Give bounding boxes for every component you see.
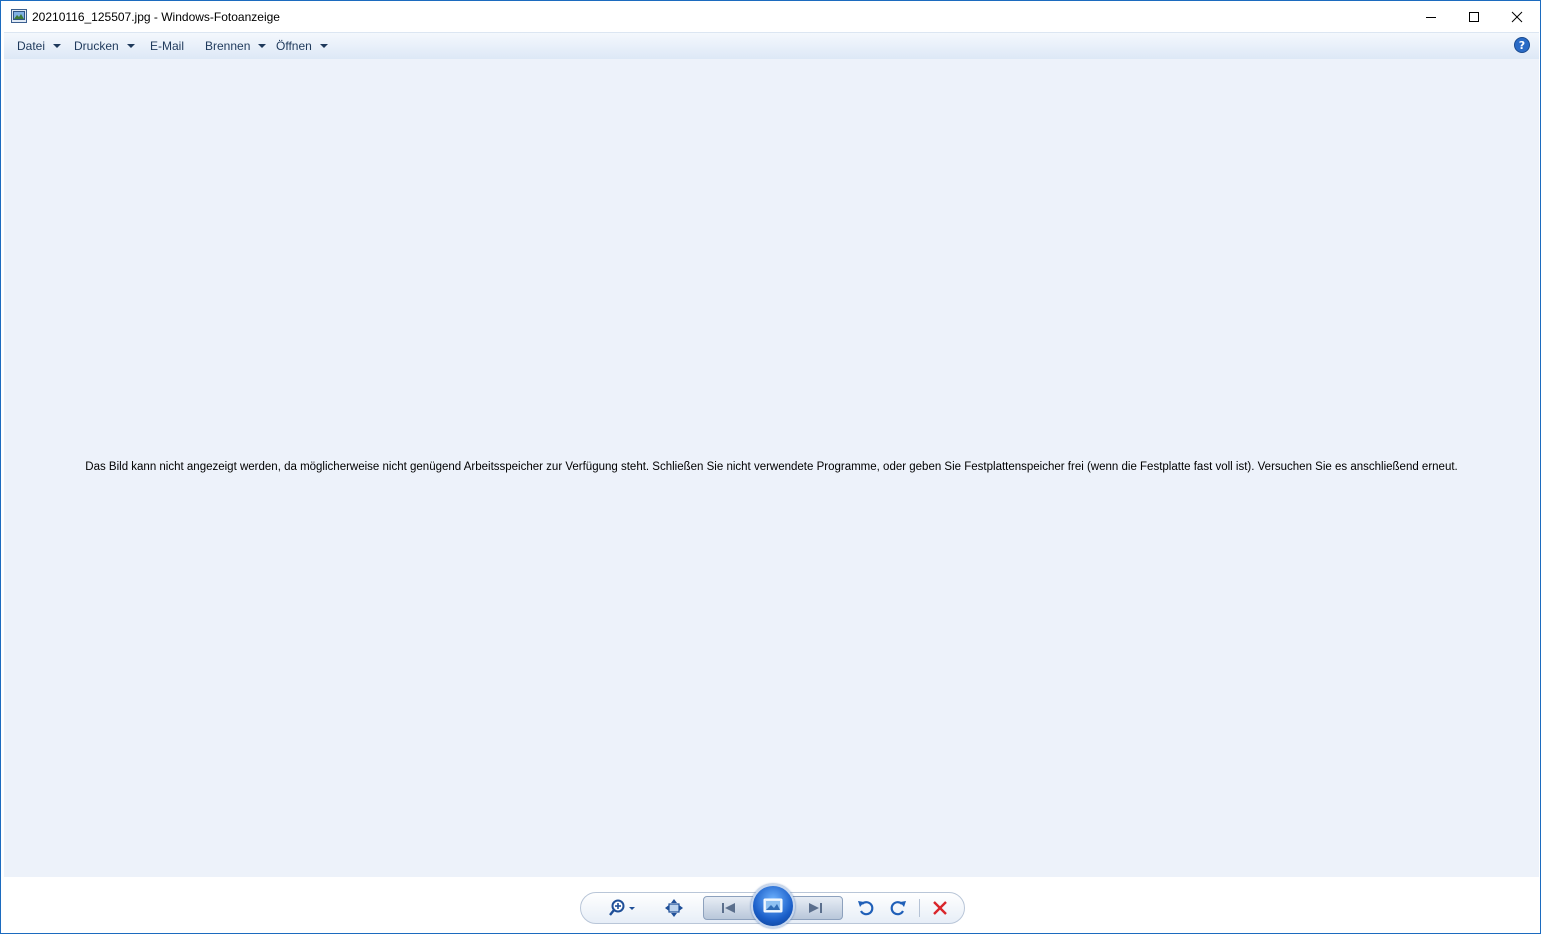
svg-text:?: ?	[1519, 39, 1525, 52]
maximize-icon	[1469, 11, 1479, 22]
menu-oeffnen-label: Öffnen	[276, 39, 312, 53]
previous-icon	[722, 903, 735, 913]
rotate-counterclockwise-button[interactable]	[853, 893, 879, 923]
maximize-button[interactable]	[1452, 1, 1496, 32]
window-title: 20210116_125507.jpg - Windows-Fotoanzeig…	[32, 10, 280, 24]
minimize-button[interactable]	[1409, 1, 1453, 32]
slideshow-button[interactable]	[751, 884, 795, 928]
actual-size-button[interactable]	[659, 893, 689, 923]
chevron-down-icon	[319, 44, 328, 48]
close-button[interactable]	[1495, 1, 1539, 32]
zoom-icon	[609, 899, 635, 916]
help-icon[interactable]: ?	[1514, 37, 1530, 53]
bottom-control-bar	[4, 877, 1539, 933]
menu-oeffnen[interactable]: Öffnen	[276, 33, 328, 59]
photo-viewer-app-icon[interactable]	[11, 9, 27, 23]
menu-brennen-label: Brennen	[205, 39, 251, 53]
image-display-area: Das Bild kann nicht angezeigt werden, da…	[4, 59, 1539, 877]
chevron-down-icon	[126, 44, 135, 48]
rotate-clockwise-icon	[890, 901, 906, 916]
chevron-down-icon	[53, 44, 62, 48]
menu-email[interactable]: E-Mail	[150, 33, 184, 59]
close-icon	[1511, 11, 1523, 22]
menu-toolbar: Datei Drucken E-Mail Brennen Öffnen ?	[4, 32, 1539, 60]
next-button[interactable]	[795, 893, 835, 923]
toolbar-separator	[919, 899, 920, 917]
actual-size-icon	[665, 899, 683, 917]
previous-button[interactable]	[709, 893, 749, 923]
chevron-down-icon	[258, 44, 267, 48]
photo-viewer-window: 20210116_125507.jpg - Windows-Fotoanzeig…	[0, 0, 1541, 934]
playback-controls	[580, 884, 965, 928]
menu-email-label: E-Mail	[150, 39, 185, 53]
rotate-clockwise-button[interactable]	[885, 893, 911, 923]
minimize-icon	[1426, 16, 1436, 18]
delete-button[interactable]	[927, 893, 953, 923]
delete-icon	[933, 901, 947, 915]
error-message: Das Bild kann nicht angezeigt werden, da…	[85, 461, 1458, 473]
menu-drucken[interactable]: Drucken	[74, 33, 135, 59]
rotate-counterclockwise-icon	[858, 901, 874, 916]
menu-datei-label: Datei	[17, 39, 46, 53]
next-icon	[809, 903, 822, 913]
title-bar[interactable]: 20210116_125507.jpg - Windows-Fotoanzeig…	[1, 1, 1540, 32]
slideshow-icon	[763, 898, 783, 913]
menu-drucken-label: Drucken	[74, 39, 119, 53]
menu-brennen[interactable]: Brennen	[205, 33, 267, 59]
zoom-button[interactable]	[605, 893, 641, 923]
menu-datei[interactable]: Datei	[17, 33, 62, 59]
